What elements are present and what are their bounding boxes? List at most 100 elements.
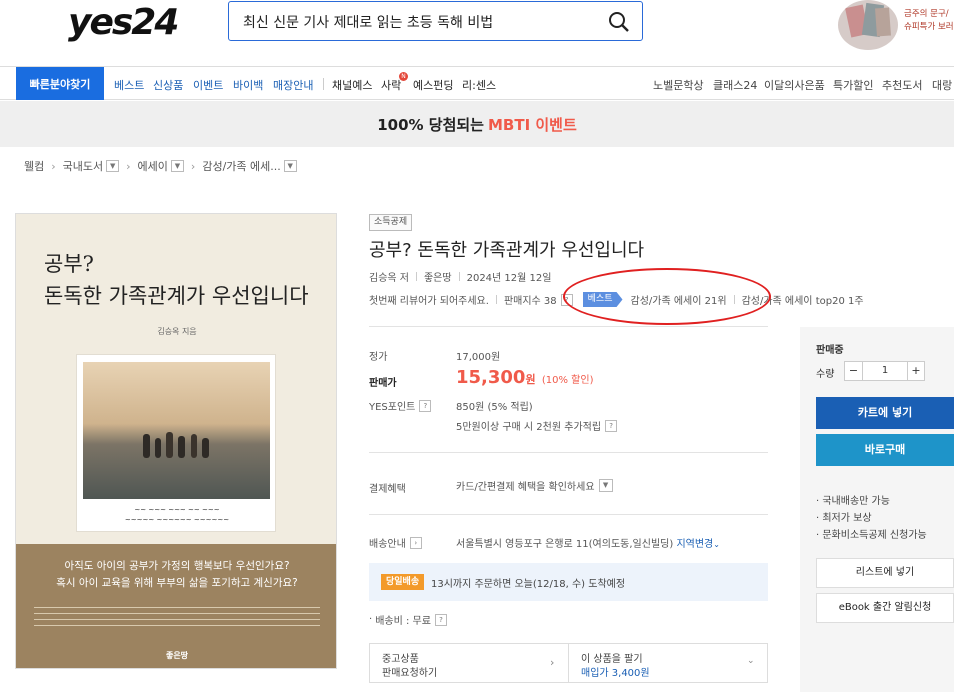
add-to-list-button[interactable]: 리스트에 넣기 (816, 558, 954, 588)
chevron-right-icon[interactable]: › (409, 536, 422, 549)
author-link[interactable]: 김승옥 저 (369, 269, 409, 284)
divider (369, 452, 768, 453)
cover-author: 김승옥 지음 (157, 327, 197, 336)
help-icon[interactable]: ? (434, 613, 447, 626)
nav-best[interactable]: 베스트 (114, 77, 144, 93)
add-to-cart-button[interactable]: 카트에 넣기 (816, 397, 954, 429)
cover-photo-frame: ~~ ~~~ ~~~ ~~ ~~~ ~~~~~ ~~~~~~ ~~~~~~ (76, 354, 276, 532)
used-book-box: 중고상품 판매요청하기 › 이 상품을 팔기 매입가 3,400원 ⌄ (369, 643, 768, 683)
nav-new[interactable]: 신상품 (153, 77, 183, 93)
nav-monthly-gift[interactable]: 이달의사은품 (764, 77, 825, 93)
tax-deduction-tag: 소득공제 (369, 214, 413, 231)
breadcrumb-home[interactable]: 웰컴 (24, 158, 44, 174)
event-banner[interactable]: 100% 당첨되는 MBTI 이벤트 (0, 101, 954, 147)
chevron-down-icon: ⌄ (713, 540, 720, 549)
discount-rate: (10% 할인) (541, 375, 594, 386)
meta-divider (495, 295, 497, 304)
extra-point-text: 5만원이상 구매 시 2천원 추가적립 (456, 422, 602, 433)
purchase-panel: 판매중 수량 − 1 + 카트에 넣기 바로구매 · 국내배송만 가능 · 최저… (800, 327, 954, 692)
cover-quote-line-2: 혹시 아이 교육을 위해 부부의 삶을 포기하고 계신가요? (56, 577, 298, 589)
nav-event[interactable]: 이벤트 (193, 77, 223, 93)
promo-line-1: 금주의 문구/ (904, 9, 949, 19)
highlight-annotation-oval (563, 268, 771, 325)
same-day-badge: 당일배송 (381, 574, 425, 590)
top-promo[interactable]: 금주의 문구/ 슈피특가 보러 (838, 0, 954, 52)
promo-line-2: 슈피특가 보러 (904, 22, 954, 32)
book-cover[interactable]: 공부? 돈독한 가족관계가 우선입니다 김승옥 지음 ~~ ~~~ ~~~ ~~… (15, 213, 337, 669)
shipping-fee: 배송비 : 무료 (375, 616, 431, 627)
nav-special-sale[interactable]: 특가할인 (833, 77, 873, 93)
used-sell-request-button[interactable]: 중고상품 판매요청하기 › (370, 644, 569, 682)
divider (369, 514, 768, 515)
chevron-right-icon: › (126, 159, 131, 173)
buy-now-button[interactable]: 바로구매 (816, 434, 954, 466)
shipping-address: 서울특별시 영등포구 은행로 11(여의도동,일신빌딩) (456, 539, 674, 550)
family-beach-photo (83, 362, 270, 499)
search-input-value[interactable]: 최신 신문 기사 제대로 읽는 초등 독해 비법 (243, 12, 493, 32)
banner-highlight: MBTI 이벤트 (487, 115, 577, 134)
payment-benefit-link[interactable]: 카드/간편결제 혜택을 확인하세요 (456, 478, 595, 493)
bullet: · (369, 614, 373, 625)
review-prompt-link[interactable]: 첫번째 리뷰어가 되어주세요. (369, 292, 489, 307)
chevron-down-icon[interactable]: ▼ (598, 479, 613, 492)
note-culture-deduction: · 문화비소득공제 신청가능 (816, 530, 927, 541)
book-meta: 김승옥 저 좋은땅 2024년 12월 12일 (369, 269, 551, 284)
sell-this-item-button[interactable]: 이 상품을 팔기 매입가 3,400원 ⌄ (569, 644, 767, 682)
meta-divider (458, 272, 460, 281)
chevron-down-icon[interactable]: ▼ (283, 160, 297, 172)
chevron-down-icon[interactable]: ▼ (170, 160, 184, 172)
help-icon[interactable]: ? (419, 399, 432, 412)
nav-channel-yes[interactable]: 채널예스 (332, 77, 372, 93)
quantity-increase-button[interactable]: + (907, 362, 924, 380)
shipping-label: 배송안내 (369, 539, 406, 550)
quantity-decrease-button[interactable]: − (845, 362, 863, 380)
publisher-link[interactable]: 좋은땅 (424, 269, 452, 284)
sales-index: 판매지수 38 (503, 296, 557, 307)
nav-nobel[interactable]: 노벨문학상 (653, 77, 704, 93)
search-icon[interactable] (608, 11, 630, 33)
cover-title-line-2: 돈독한 가족관계가 우선입니다 (44, 284, 309, 308)
yes24-logo[interactable]: yes24 (68, 2, 179, 43)
promo-thumbnail[interactable] (838, 0, 898, 50)
quick-category-button[interactable]: 빠른분야찾기 (16, 67, 104, 100)
chevron-down-icon[interactable]: ▼ (106, 160, 120, 172)
list-price-label: 정가 (369, 352, 388, 363)
same-day-text: 13시까지 주문하면 오늘(12/18, 수) 도착예정 (431, 579, 626, 590)
used-left-line-2: 판매요청하기 (382, 668, 438, 679)
cover-bottom-panel: 아직도 아이의 공부가 가정의 행복보다 우선인가요? 혹시 아이 교육을 위해… (16, 544, 336, 668)
nav-sarak[interactable]: 사락 (381, 77, 401, 93)
nav-license[interactable]: 리:센스 (462, 77, 496, 93)
help-icon[interactable]: ? (605, 419, 618, 432)
ebook-alert-button[interactable]: eBook 출간 알림신청 (816, 593, 954, 623)
sale-price: 15,300원 (10% 할인) (456, 367, 593, 388)
breadcrumb-domestic[interactable]: 국내도서 (63, 158, 103, 174)
photo-caption-handwriting: ~~ ~~~ ~~~ ~~ ~~~ ~~~~~ ~~~~~~ ~~~~~~ (124, 506, 230, 524)
breadcrumb-family-essay[interactable]: 감성/가족 에세... (202, 158, 280, 174)
change-region-link[interactable]: 지역변경 (676, 539, 713, 550)
nav-more[interactable]: 대랑 (932, 77, 952, 93)
quantity-input[interactable]: 1 (863, 362, 907, 380)
chevron-right-icon: › (190, 159, 196, 173)
buyback-price: 매입가 3,400원 (581, 668, 650, 679)
nav-buyback[interactable]: 바이백 (233, 77, 263, 93)
nav-class24[interactable]: 클래스24 (713, 77, 757, 93)
chevron-right-icon: › (51, 159, 56, 173)
quantity-stepper: − 1 + (844, 361, 925, 381)
banner-text: 100% 당첨되는 (377, 115, 484, 134)
nav-recommended[interactable]: 추천도서 (882, 77, 922, 93)
same-day-delivery-box: 당일배송 13시까지 주문하면 오늘(12/18, 수) 도착예정 (369, 563, 768, 601)
breadcrumb-essay[interactable]: 에세이 (138, 158, 168, 174)
nav-yes-funding[interactable]: 예스펀딩 (413, 77, 453, 93)
purchase-notes: · 국내배송만 가능 · 최저가 보상 · 문화비소득공제 신청가능 (816, 493, 927, 544)
nav-store-info[interactable]: 매장안내 (273, 77, 313, 93)
breadcrumb: 웰컴 › 국내도서 ▼ › 에세이 ▼ › 감성/가족 에세... ▼ (24, 158, 297, 174)
chevron-down-icon: ⌄ (747, 656, 755, 666)
used-right-line-1: 이 상품을 팔기 (581, 654, 643, 665)
yes-point-label: YES포인트 (369, 402, 416, 413)
yes-point-value: 850원 (5% 적립) (456, 402, 533, 413)
meta-divider (415, 272, 417, 281)
sale-price-unit: 원 (525, 373, 536, 386)
search-input[interactable]: 최신 신문 기사 제대로 읽는 초등 독해 비법 (228, 1, 643, 41)
list-price-value: 17,000원 (456, 352, 501, 363)
note-domestic-only: · 국내배송만 가능 (816, 496, 890, 507)
